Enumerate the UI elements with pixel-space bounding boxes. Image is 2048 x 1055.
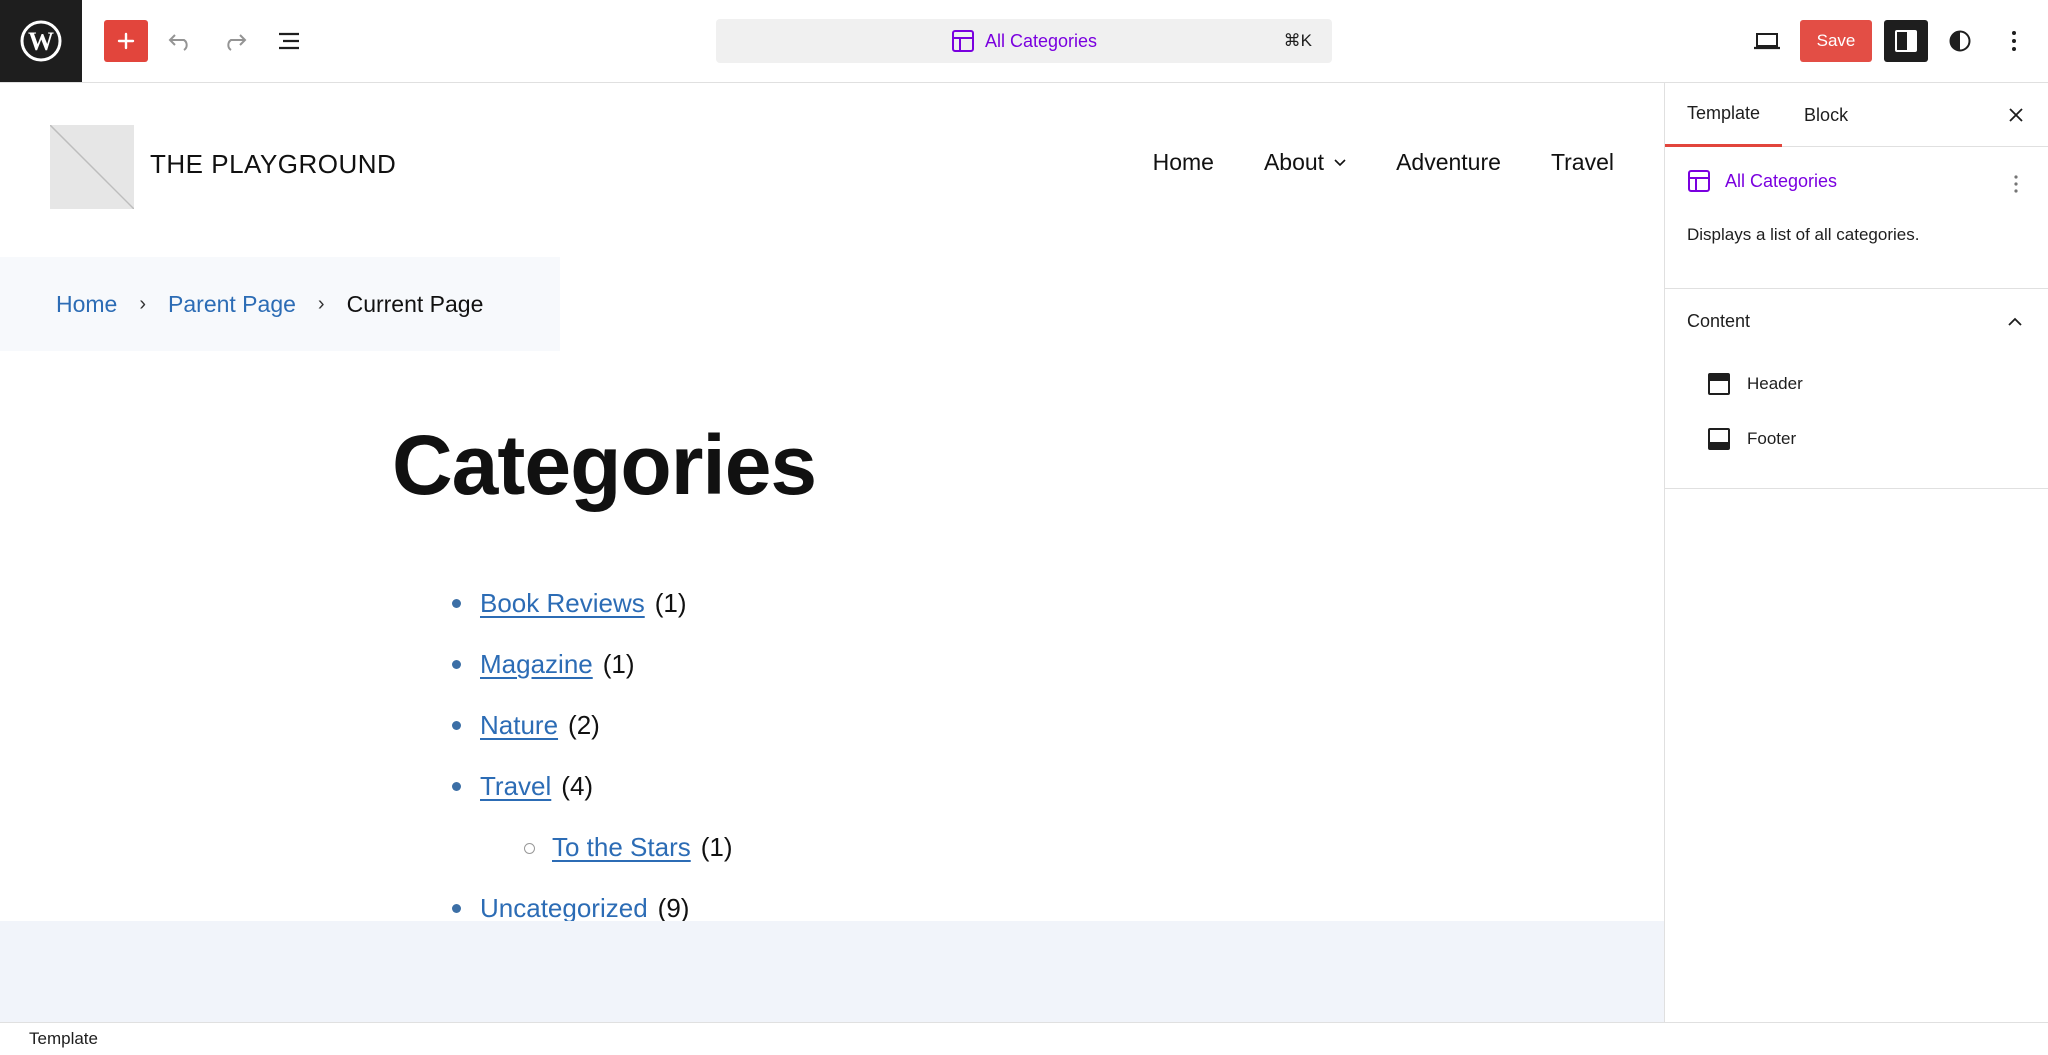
category-count: (1) xyxy=(602,649,635,679)
site-title[interactable]: THE PLAYGROUND xyxy=(150,149,396,180)
settings-sidebar-toggle[interactable] xyxy=(1884,20,1928,62)
template-part-label: Footer xyxy=(1747,429,1797,448)
list-item-child: To the Stars (1) xyxy=(450,817,733,878)
content-panel: Content Header Footer xyxy=(1665,289,2048,489)
wordpress-logo-button[interactable]: W xyxy=(0,0,82,82)
breadcrumb-home-link[interactable]: Home xyxy=(56,291,117,318)
list-view-icon xyxy=(279,32,299,50)
header-part-icon xyxy=(1708,373,1730,395)
footer-part-icon xyxy=(1708,428,1730,450)
categories-list: Book Reviews (1) Magazine (1) Nature (2)… xyxy=(450,573,733,939)
nav-item-label: Adventure xyxy=(1396,149,1501,175)
sidebar-icon xyxy=(1895,30,1917,52)
save-button[interactable]: Save xyxy=(1800,20,1872,62)
plus-icon xyxy=(117,32,135,50)
laptop-icon xyxy=(1754,33,1780,50)
editor-canvas[interactable]: THE PLAYGROUND Home About Adventure Trav… xyxy=(0,83,1664,1022)
category-link[interactable]: Magazine xyxy=(480,649,593,680)
close-icon xyxy=(2009,108,2023,122)
device-preview-button[interactable] xyxy=(1745,20,1789,62)
content-panel-heading[interactable]: Content xyxy=(1687,311,1750,332)
tab-block[interactable]: Block xyxy=(1782,83,1870,147)
block-breadcrumb-bar: Template xyxy=(0,1022,2048,1055)
template-layout-icon xyxy=(1688,170,1710,192)
more-vertical-icon xyxy=(2014,175,2018,193)
command-palette-bar[interactable]: All Categories ⌘K xyxy=(716,19,1332,63)
category-count: (9) xyxy=(657,893,690,923)
template-title: All Categories xyxy=(1687,169,1837,193)
template-actions-button[interactable] xyxy=(2006,169,2026,199)
editor-toolbar: W All Categories ⌘K Save xyxy=(0,0,2048,83)
add-block-button[interactable] xyxy=(104,20,148,62)
category-link[interactable]: Travel xyxy=(480,771,551,802)
template-part-footer[interactable]: Footer xyxy=(1707,424,1796,454)
nav-item-label: Travel xyxy=(1550,149,1614,175)
chevron-down-icon xyxy=(1334,158,1346,166)
sidebar-tabs: Template Block xyxy=(1665,83,2048,147)
chevron-right-icon: › xyxy=(317,292,325,315)
wordpress-logo-icon: W xyxy=(20,20,62,62)
chevron-up-icon xyxy=(2008,317,2022,326)
list-item: Travel (4) xyxy=(450,756,733,817)
template-layout-icon xyxy=(951,30,974,52)
site-navigation: Home About Adventure Travel xyxy=(1153,149,1614,176)
contrast-icon xyxy=(1949,30,1971,52)
nav-item-travel[interactable]: Travel xyxy=(1551,149,1614,176)
settings-sidebar: Template Block All Categories Displays a… xyxy=(1664,83,2048,1022)
command-bar-label: All Categories xyxy=(984,30,1098,51)
redo-button[interactable] xyxy=(213,20,257,62)
nav-item-label: Home xyxy=(1152,149,1214,175)
nav-item-home[interactable]: Home xyxy=(1153,149,1214,176)
more-vertical-icon xyxy=(2012,31,2016,51)
footer-template-part[interactable] xyxy=(0,921,1664,1022)
content-panel-toggle[interactable] xyxy=(2000,307,2030,337)
list-view-button[interactable] xyxy=(268,20,312,62)
page-title[interactable]: Categories xyxy=(392,423,817,507)
chevron-right-icon: › xyxy=(139,292,147,315)
template-summary-card: All Categories Displays a list of all ca… xyxy=(1665,147,2048,289)
template-description: Displays a list of all categories. xyxy=(1687,225,1920,244)
site-logo-placeholder[interactable] xyxy=(50,125,134,209)
template-part-label: Header xyxy=(1747,374,1803,393)
category-count: (2) xyxy=(568,710,600,740)
options-menu-button[interactable] xyxy=(1992,20,2036,62)
logo-placeholder-icon xyxy=(50,125,134,209)
list-item: Nature (2) xyxy=(450,695,733,756)
svg-text:W: W xyxy=(28,27,54,56)
nav-item-label: About xyxy=(1263,149,1325,175)
template-part-header[interactable]: Header xyxy=(1707,369,1803,399)
styles-button[interactable] xyxy=(1938,20,1982,62)
list-item: Magazine (1) xyxy=(450,634,733,695)
command-bar-shortcut: ⌘K xyxy=(1283,31,1312,50)
status-template-label[interactable]: Template xyxy=(29,1029,98,1049)
category-count: (4) xyxy=(561,771,594,801)
category-link[interactable]: To the Stars xyxy=(552,832,691,863)
category-link[interactable]: Book Reviews xyxy=(480,588,645,619)
breadcrumb-current: Current Page xyxy=(346,290,484,317)
breadcrumb: Home › Parent Page › Current Page xyxy=(0,257,560,351)
category-link[interactable]: Uncategorized xyxy=(480,893,648,924)
list-item: Book Reviews (1) xyxy=(450,573,733,634)
nav-item-adventure[interactable]: Adventure xyxy=(1396,149,1501,176)
redo-icon xyxy=(227,34,247,51)
undo-icon xyxy=(168,34,188,51)
category-count: (1) xyxy=(654,588,687,618)
template-title-label: All Categories xyxy=(1725,170,1838,191)
category-count: (1) xyxy=(700,832,733,862)
nav-item-about[interactable]: About xyxy=(1264,149,1346,176)
tab-template[interactable]: Template xyxy=(1665,83,1783,147)
close-sidebar-button[interactable] xyxy=(1998,97,2034,133)
category-link[interactable]: Nature xyxy=(480,710,558,741)
undo-button[interactable] xyxy=(158,20,202,62)
breadcrumb-parent-link[interactable]: Parent Page xyxy=(168,291,296,318)
